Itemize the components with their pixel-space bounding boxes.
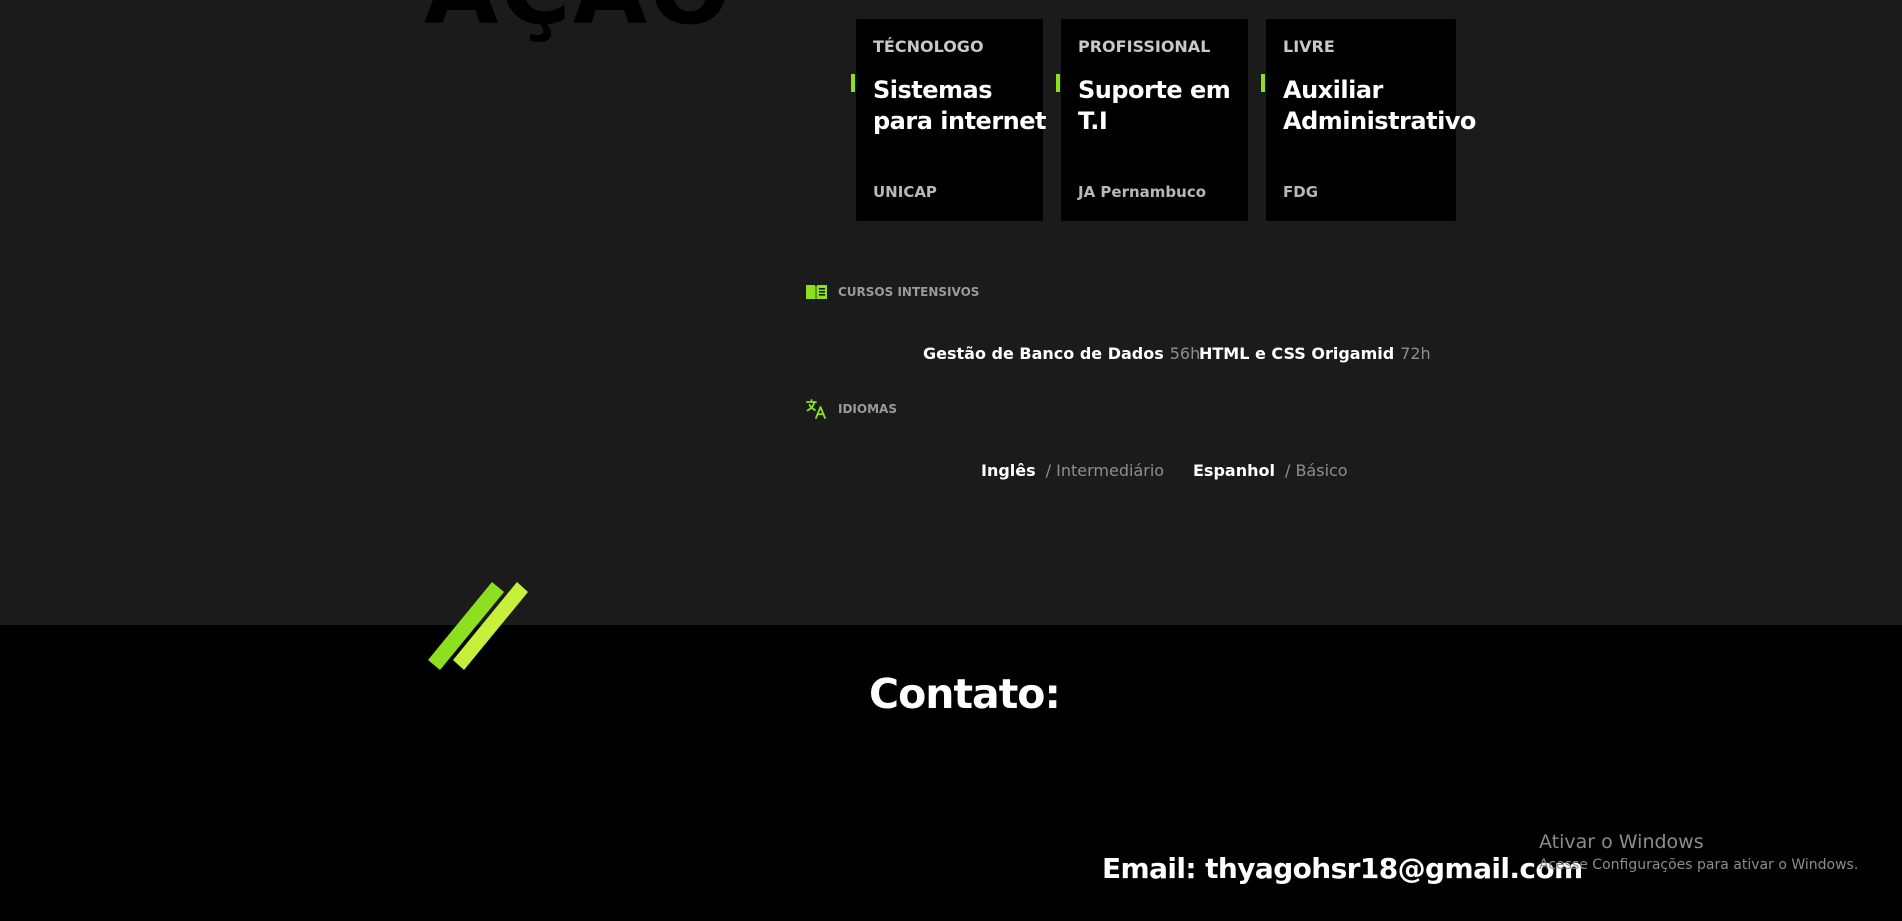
book-icon (806, 285, 827, 299)
language-item: Espanhol / Básico (1193, 461, 1348, 480)
card-accent-bar (1056, 74, 1060, 92)
card-tecnologo: TÉCNOLOGO Sistemas para internet UNICAP (851, 19, 1047, 221)
courses-label-text: CURSOS INTENSIVOS (838, 285, 980, 299)
course-hours: 72h (1400, 344, 1431, 363)
card-title: Auxiliar Administrativo (1283, 76, 1476, 135)
language-name: Inglês (981, 461, 1036, 480)
course-name: Gestão de Banco de Dados (923, 344, 1164, 363)
language-level: / Básico (1284, 461, 1348, 480)
language-name: Espanhol (1193, 461, 1275, 480)
courses-label: CURSOS INTENSIVOS (806, 284, 979, 300)
formation-section: AÇÃO TÉCNOLOGO Sistemas para internet UN… (0, 0, 1902, 625)
language-item: Inglês / Intermediário (981, 461, 1164, 480)
card-title: Sistemas para internet (873, 76, 1047, 135)
card-type: LIVRE (1283, 37, 1335, 56)
course-item: Gestão de Banco de Dados 56h (923, 344, 1200, 363)
card-type: TÉCNOLOGO (873, 37, 984, 56)
card-type: PROFISSIONAL (1078, 37, 1211, 56)
background-heading: AÇÃO (424, 0, 733, 38)
card-accent-bar (1261, 74, 1265, 92)
contact-title: Contato: (869, 670, 1061, 718)
card-institution: FDG (1283, 183, 1319, 201)
card-livre: LIVRE Auxiliar Administrativo FDG (1261, 19, 1476, 221)
contact-email: Email: thyagohsr18@gmail.com (1102, 852, 1583, 885)
languages-label-text: IDIOMAS (838, 402, 897, 416)
logo-stripes-icon (428, 582, 528, 670)
windows-activation-subtitle: Acesse Configurações para ativar o Windo… (1539, 857, 1859, 873)
card-institution: UNICAP (873, 183, 937, 201)
translate-icon (806, 399, 826, 419)
language-level: / Intermediário (1045, 461, 1165, 480)
card-accent-bar (851, 74, 855, 92)
card-profissional: PROFISSIONAL Suporte em T.I JA Pernambuc… (1056, 19, 1248, 221)
card-institution: JA Pernambuco (1078, 183, 1207, 201)
card-title: Suporte em T.I (1078, 76, 1231, 135)
course-item: HTML e CSS Origamid 72h (1199, 344, 1431, 363)
course-hours: 56h (1169, 344, 1201, 363)
windows-activation-title: Ativar o Windows (1539, 831, 1704, 853)
course-name: HTML e CSS Origamid (1199, 344, 1395, 363)
languages-label: IDIOMAS (806, 399, 897, 419)
